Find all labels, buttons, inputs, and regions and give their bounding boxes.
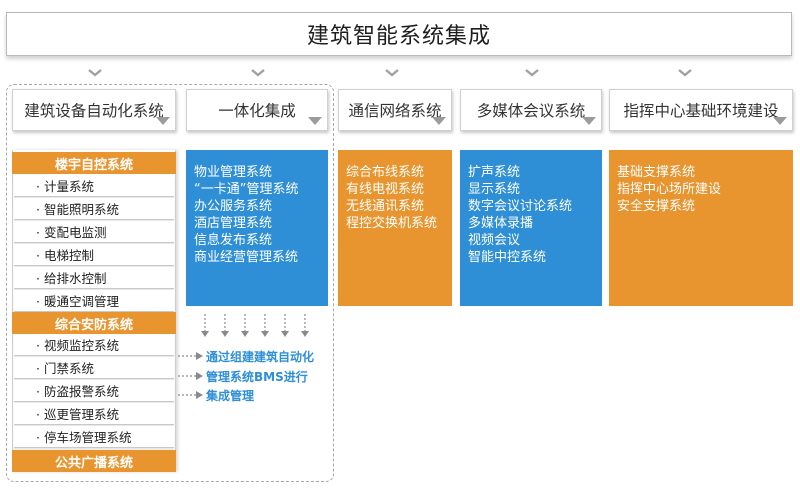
list-item: · 巡更管理系统 bbox=[14, 403, 174, 425]
panel-item: 多媒体录播 bbox=[468, 216, 534, 231]
list-item: · 电梯控制 bbox=[14, 244, 174, 266]
category-label: 建筑设备自动化系统 bbox=[24, 102, 164, 120]
panel-item: 酒店管理系统 bbox=[194, 216, 273, 231]
panel-item: 商业经营管理系统 bbox=[194, 250, 299, 265]
network-panel: 综合布线系统 有线电视系统 无线通讯系统 程控交换机系统 bbox=[338, 150, 452, 306]
panel-item: 物业管理系统 bbox=[194, 165, 273, 180]
diagram-title: 建筑智能系统集成 bbox=[6, 12, 792, 56]
chevron-down-icon bbox=[678, 69, 692, 77]
panel-item: 办公服务系统 bbox=[194, 199, 273, 214]
integration-panel: 物业管理系统 “一卡通”管理系统 办公服务系统 酒店管理系统 信息发布系统 商业… bbox=[186, 150, 328, 306]
triangle-down-icon bbox=[308, 117, 322, 125]
triangle-down-icon bbox=[582, 117, 596, 125]
bms-note-line: 通过组建建筑自动化 bbox=[206, 350, 315, 364]
list-item: · 计量系统 bbox=[14, 175, 174, 197]
list-item: · 暖通空调管理 bbox=[14, 290, 174, 312]
panel-item: 有线电视系统 bbox=[346, 182, 425, 197]
list-item: · 给排水控制 bbox=[14, 267, 174, 289]
panel-item: 指挥中心场所建设 bbox=[617, 182, 722, 197]
panel-item: 数字会议讨论系统 bbox=[468, 199, 573, 214]
bas-group-header: 综合安防系统 bbox=[12, 312, 176, 334]
category-multimedia: 多媒体会议系统 bbox=[460, 89, 602, 131]
triangle-down-icon bbox=[773, 117, 787, 125]
panel-item: 基础支撑系统 bbox=[617, 165, 696, 180]
down-arrows-icon bbox=[201, 314, 309, 337]
panel-item: 安全支撑系统 bbox=[617, 199, 696, 214]
panel-item: 程控交换机系统 bbox=[346, 216, 438, 231]
chevron-down-icon bbox=[88, 69, 102, 77]
list-item: · 防盗报警系统 bbox=[14, 380, 174, 402]
category-integration: 一体化集成 bbox=[186, 89, 328, 131]
list-item: · 停车场管理系统 bbox=[14, 426, 174, 448]
category-label: 通信网络系统 bbox=[348, 102, 442, 120]
panel-item: “一卡通”管理系统 bbox=[194, 182, 299, 197]
panel-item: 扩声系统 bbox=[468, 165, 521, 180]
category-label: 指挥中心基础环境建设 bbox=[623, 102, 779, 120]
panel-item: 显示系统 bbox=[468, 182, 521, 197]
list-item: · 门禁系统 bbox=[14, 357, 174, 379]
right-arrows-icon bbox=[178, 352, 203, 399]
panel-item: 信息发布系统 bbox=[194, 233, 273, 248]
panel-item: 智能中控系统 bbox=[468, 250, 547, 265]
chevron-down-icon bbox=[385, 69, 399, 77]
category-label: 多媒体会议系统 bbox=[476, 102, 586, 120]
chevron-down-icon bbox=[525, 69, 539, 77]
triangle-down-icon bbox=[156, 117, 170, 125]
category-command-center: 指挥中心基础环境建设 bbox=[609, 89, 793, 131]
panel-item: 综合布线系统 bbox=[346, 165, 425, 180]
triangle-down-icon bbox=[432, 117, 446, 125]
category-label: 一体化集成 bbox=[218, 102, 296, 120]
list-item: · 智能照明系统 bbox=[14, 198, 174, 220]
bas-group-header: 楼宇自控系统 bbox=[12, 152, 176, 174]
chevron-down-icon bbox=[251, 69, 265, 77]
panel-item: 无线通讯系统 bbox=[346, 199, 425, 214]
list-item: · 变配电监测 bbox=[14, 221, 174, 243]
multimedia-panel: 扩声系统 显示系统 数字会议讨论系统 多媒体录播 视频会议 智能中控系统 bbox=[460, 150, 602, 306]
command-center-panel: 基础支撑系统 指挥中心场所建设 安全支撑系统 bbox=[609, 150, 793, 306]
bms-note-line: 管理系统BMS进行 bbox=[206, 370, 308, 384]
list-item: · 视频监控系统 bbox=[14, 334, 174, 356]
category-building-automation: 建筑设备自动化系统 bbox=[12, 89, 176, 131]
panel-item: 视频会议 bbox=[468, 233, 521, 248]
category-network: 通信网络系统 bbox=[338, 89, 452, 131]
bas-group-header: 公共广播系统 bbox=[12, 450, 176, 472]
bms-note-line: 集成管理 bbox=[206, 389, 255, 403]
